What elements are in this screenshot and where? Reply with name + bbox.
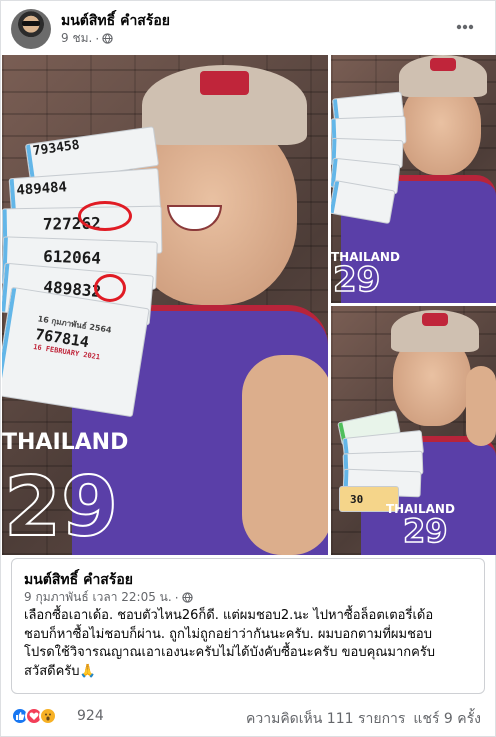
highlight-circle	[78, 201, 132, 231]
post-header: มนต์สิทธิ์ คำสร้อย 9 ชม. ·	[11, 9, 485, 49]
body-line: ชอบก็หาซื้อไม่ชอบก็ผ่าน. ถูกไม่ถูกอย่าว่…	[24, 626, 432, 642]
meta-separator: ·	[95, 31, 100, 46]
shared-meta: 9 กุมภาพันธ์ เวลา 22:05 น. ·	[24, 588, 193, 607]
post-time[interactable]: 9 ชม.	[61, 29, 92, 48]
jersey-number: 29	[3, 459, 119, 555]
highlight-circle	[94, 274, 126, 302]
jersey-text: THAILAND	[2, 430, 129, 455]
more-options-button[interactable]	[451, 13, 479, 41]
photo-top-right[interactable]: THAILAND 29	[331, 55, 496, 303]
ticket-number: 489484	[15, 179, 68, 199]
shared-post-card[interactable]: มนต์สิทธิ์ คำสร้อย 9 กุมภาพันธ์ เวลา 22:…	[11, 558, 485, 694]
wow-icon	[39, 707, 57, 725]
meta-separator: ·	[174, 590, 179, 605]
comments-count[interactable]: ความคิดเห็น 111 รายการ	[246, 708, 405, 730]
reaction-icons[interactable]	[11, 707, 57, 725]
shared-body-text: เลือกซื้อเอาเด้อ. ชอบตัวไหน26ก็ดี. แต่ผม…	[24, 607, 474, 681]
body-line: เลือกซื้อเอาเด้อ. ชอบตัวไหน26ก็ดี. แต่ผม…	[24, 608, 434, 623]
post-stats: ความคิดเห็น 111 รายการ แชร์ 9 ครั้ง	[246, 708, 481, 730]
ticket-number: 612064	[42, 246, 102, 268]
ticket-label: 30	[350, 493, 364, 506]
post-meta: 9 ชม. ·	[61, 29, 113, 48]
photo-main[interactable]: 793458 489484 727262 612064 489832 16 กุ…	[2, 55, 328, 555]
shares-count[interactable]: แชร์ 9 ครั้ง	[413, 708, 481, 730]
more-dots-icon	[456, 24, 474, 30]
jersey-number: 29	[402, 511, 448, 551]
post-footer: 924 ความคิดเห็น 111 รายการ แชร์ 9 ครั้ง	[11, 703, 485, 731]
photo-grid: 793458 489484 727262 612064 489832 16 กุ…	[2, 55, 496, 555]
globe-icon	[102, 33, 113, 44]
photo-bottom-right[interactable]: 30 THAILAND 29	[331, 306, 496, 555]
globe-icon	[181, 592, 193, 603]
body-line: โปรดใช้วิจารณญาณเอาเองนะครับไม่ได้บังคับ…	[24, 645, 436, 660]
body-line: สวัสดีครับ🙏	[24, 663, 96, 679]
shared-date[interactable]: 9 กุมภาพันธ์ เวลา 22:05 น.	[24, 588, 172, 607]
reaction-count[interactable]: 924	[77, 708, 104, 724]
facebook-post: มนต์สิทธิ์ คำสร้อย 9 ชม. · 793458 489484…	[0, 0, 496, 737]
avatar[interactable]	[11, 9, 51, 49]
jersey-number: 29	[332, 259, 381, 301]
